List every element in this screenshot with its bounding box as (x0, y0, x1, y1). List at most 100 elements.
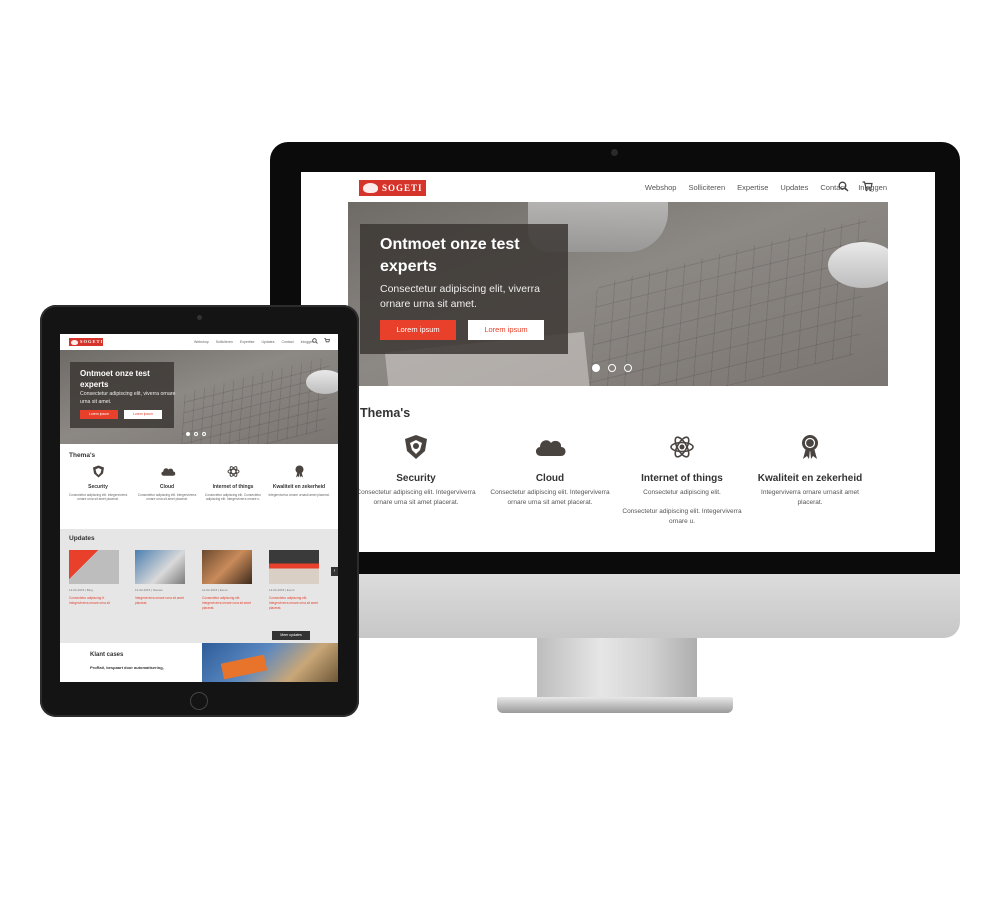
client-cases-heading: Klant cases (90, 652, 124, 658)
award-ribbon-icon (797, 434, 823, 460)
more-updates-button[interactable]: Meer updates (272, 631, 310, 640)
sogeti-logo[interactable]: SOGETI (359, 180, 426, 196)
theme-kwaliteit[interactable]: Kwaliteit en zekerheid Integerviverra or… (752, 434, 868, 507)
carousel-dots (592, 364, 632, 372)
nav-item-webshop[interactable]: Webshop (645, 183, 677, 192)
update-card[interactable]: 12-02-2015 | Blog Consectetur adipiscing… (69, 550, 119, 606)
hero-primary-button[interactable]: Lorem ipsum (80, 410, 118, 419)
client-cases-section: Klant cases ProRail, bespaart door autom… (60, 643, 338, 682)
chevron-right-icon[interactable]: › (331, 567, 338, 576)
ipad-home-button (190, 692, 208, 710)
nav-menu: Webshop Solliciteren Expertise Updates C… (645, 172, 887, 202)
updates-section: Updates 12-02-2015 | Blog Consectetur ad… (60, 529, 338, 643)
hero-secondary-button[interactable]: Lorem ipsum (124, 410, 162, 419)
theme-description: Consectetur adipiscing elit. Integervive… (356, 489, 476, 506)
nav-item-solliciteren[interactable]: Solliciteren (216, 340, 233, 344)
carousel-dot-3[interactable] (624, 364, 632, 372)
logo-text: SOGETI (80, 339, 104, 344)
update-meta: 12-02-2015 | Event (202, 588, 228, 592)
nav-item-updates[interactable]: Updates (261, 340, 274, 344)
nav-item-expertise[interactable]: Expertise (737, 183, 768, 192)
theme-cloud[interactable]: Cloud Consectetur adipiscing elit. Integ… (136, 465, 198, 502)
update-text: Consectetur adipiscing It. Integerviverr… (69, 596, 110, 605)
update-card[interactable]: 12-02-2015 | Event Consectetur adipiscin… (269, 550, 319, 610)
update-meta: 12-02-2015 | Event (269, 588, 295, 592)
theme-title: Security (88, 484, 108, 490)
carousel-dot-2[interactable] (194, 432, 198, 436)
tablet-screen: SOGETI Webshop Solliciteren Expertise Up… (60, 334, 338, 682)
nav-item-updates[interactable]: Updates (780, 183, 808, 192)
update-meta: 12-02-2015 | Nieuws (135, 588, 163, 592)
hero-textbox: Ontmoet onze test experts Consectetur ad… (70, 362, 176, 428)
desktop-screen: SOGETI Webshop Solliciteren Expertise Up… (301, 172, 935, 552)
theme-title: Internet of things (641, 473, 723, 484)
cloud-icon (160, 465, 175, 478)
hero-title: Ontmoet onze test experts (80, 369, 150, 389)
imac-camera (611, 149, 618, 156)
themes-heading: Thema's (69, 452, 96, 459)
hero-carousel[interactable]: Ontmoet onze test experts Consectetur ad… (348, 202, 888, 386)
theme-iot[interactable]: Internet of things Consectetur adipiscin… (622, 434, 742, 526)
sogeti-logo[interactable]: SOGETI (69, 338, 103, 346)
hero-secondary-button[interactable]: Lorem ipsum (468, 320, 544, 340)
theme-title: Cloud (159, 484, 175, 490)
cloud-icon (535, 434, 566, 460)
nav-item-expertise[interactable]: Expertise (240, 340, 255, 344)
theme-kwaliteit[interactable]: Kwaliteit en zekerheid Integerviverra or… (268, 465, 330, 497)
search-icon[interactable] (838, 181, 849, 192)
search-icon[interactable] (312, 338, 318, 344)
nav-item-contact[interactable]: Contact (282, 340, 294, 344)
nav-item-solliciteren[interactable]: Solliciteren (688, 183, 725, 192)
imac-chin (270, 574, 960, 638)
cart-icon[interactable] (862, 181, 873, 192)
imac-stand (537, 638, 697, 700)
atom-icon (669, 434, 695, 460)
hero-carousel[interactable]: Ontmoet onze test experts Consectetur ad… (60, 350, 338, 444)
carousel-dot-1[interactable] (592, 364, 600, 372)
carousel-dot-1[interactable] (186, 432, 190, 436)
hero-photo-mouse (828, 242, 888, 288)
hero-photo-keyboard (179, 356, 331, 444)
theme-description: Consectetur adipiscing elit. Integervive… (490, 489, 610, 506)
theme-security[interactable]: Security Consectetur adipiscing elit. In… (356, 434, 476, 507)
nav-item-webshop[interactable]: Webshop (194, 340, 209, 344)
theme-title: Kwaliteit en zekerheid (272, 484, 326, 490)
theme-security[interactable]: Security Consectetur adipiscing elit. In… (67, 465, 129, 502)
hero-subtitle: Consectetur adipiscing elit, viverra orn… (380, 283, 540, 310)
cart-icon[interactable] (324, 338, 330, 344)
update-text: Consectetur adipiscing elit. Integervive… (202, 596, 251, 610)
carousel-dots (186, 432, 206, 436)
theme-description: Integerviverra ornare urnasit amet place… (268, 492, 330, 497)
theme-title: Security (396, 473, 436, 484)
hero-textbox: Ontmoet onze test experts Consectetur ad… (360, 224, 568, 354)
shield-icon (92, 465, 105, 478)
update-text: Consectetur adipiscing elit. Integervive… (269, 596, 318, 610)
atom-icon (227, 465, 240, 478)
hero-photo-mouse (306, 370, 338, 394)
update-meta: 12-02-2015 | Blog (69, 588, 93, 592)
theme-title: Internet of things (212, 484, 254, 490)
updates-heading: Updates (69, 535, 95, 542)
theme-description: Consectetur adipiscing elit. Consectetur… (622, 489, 742, 525)
theme-cloud[interactable]: Cloud Consectetur adipiscing elit. Integ… (490, 434, 610, 507)
client-case-title[interactable]: ProRail, bespaart door automatisering, (90, 665, 164, 670)
update-image (269, 550, 319, 584)
top-navigation: SOGETI Webshop Solliciteren Expertise Up… (301, 172, 935, 202)
shield-icon (403, 434, 429, 460)
update-card[interactable]: 12-02-2015 | Event Consectetur adipiscin… (202, 550, 252, 610)
hero-subtitle: Consectetur adipiscing elit, viverra orn… (80, 391, 176, 405)
theme-title: Cloud (535, 473, 565, 484)
nav-menu: Webshop Solliciteren Expertise Updates C… (194, 334, 314, 350)
update-image (202, 550, 252, 584)
themes-heading: Thema's (360, 406, 411, 420)
theme-iot[interactable]: Internet of things Consectetur adipiscin… (202, 465, 264, 502)
update-card[interactable]: 12-02-2015 | Nieuws Integerviverra ornar… (135, 550, 185, 606)
award-ribbon-icon (293, 465, 306, 478)
carousel-dot-2[interactable] (608, 364, 616, 372)
carousel-dot-3[interactable] (202, 432, 206, 436)
theme-description: Consectetur adipiscing elit. Integervive… (68, 492, 128, 502)
hero-primary-button[interactable]: Lorem ipsum (380, 320, 456, 340)
update-text: Integerviverra ornare urna sit amet plac… (135, 596, 184, 605)
theme-description: Integerviverra ornare urnasit amet place… (761, 489, 859, 506)
client-case-image (202, 643, 338, 682)
